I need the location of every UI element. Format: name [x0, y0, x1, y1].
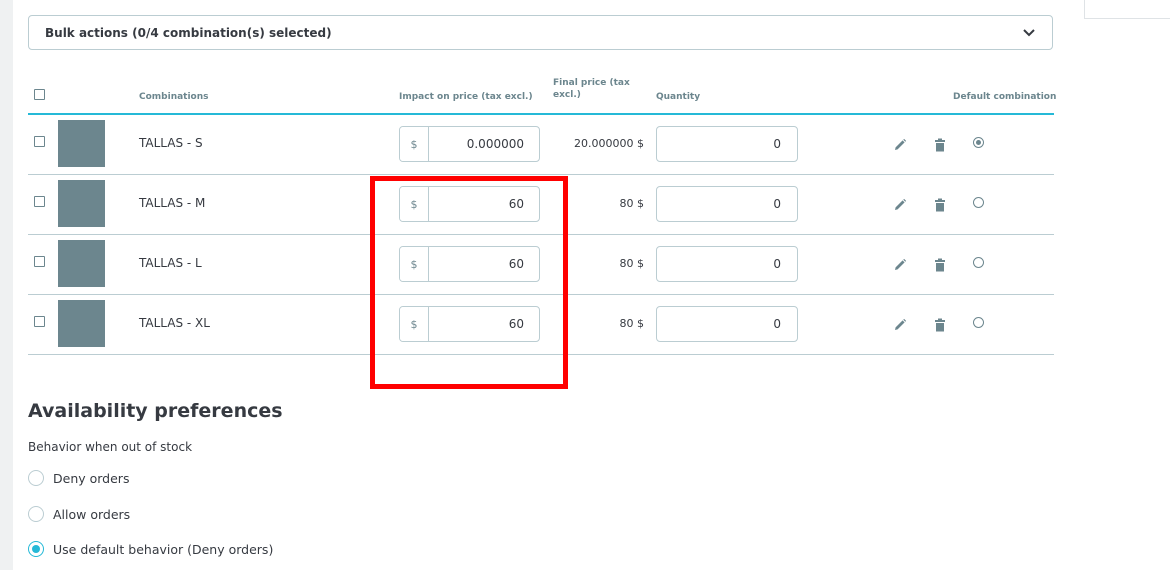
- default-behavior-label: Use default behavior (Deny orders): [53, 541, 274, 557]
- chevron-down-icon: [1022, 26, 1036, 40]
- row-checkbox[interactable]: [34, 136, 45, 147]
- allow-orders-label: Allow orders: [53, 506, 131, 522]
- deny-orders-option[interactable]: Deny orders: [28, 470, 129, 486]
- combination-name: TALLAS - XL: [139, 316, 210, 330]
- allow-orders-radio[interactable]: [28, 506, 44, 522]
- allow-orders-option[interactable]: Allow orders: [28, 506, 130, 522]
- bulk-actions-dropdown[interactable]: Bulk actions (0/4 combination(s) selecte…: [28, 15, 1053, 50]
- header-final-price: Final price (tax excl.): [553, 77, 630, 101]
- pencil-icon[interactable]: [893, 317, 907, 331]
- trash-icon[interactable]: [933, 137, 947, 152]
- header-quantity: Quantity: [656, 92, 701, 102]
- header-default-combination: Default combination: [953, 92, 1057, 102]
- final-price: 20.000000 $: [574, 137, 644, 150]
- default-combination-radio[interactable]: [973, 137, 984, 148]
- pencil-icon[interactable]: [893, 137, 907, 151]
- deny-orders-label: Deny orders: [53, 470, 130, 486]
- combination-thumbnail: [58, 240, 105, 287]
- availability-title: Availability preferences: [28, 400, 283, 422]
- row-checkbox[interactable]: [34, 256, 45, 267]
- bulk-actions-label: Bulk actions (0/4 combination(s) selecte…: [45, 25, 332, 40]
- highlight-box: [370, 176, 568, 389]
- row-divider: [28, 174, 1054, 175]
- default-combination-radio[interactable]: [973, 317, 984, 328]
- row-checkbox[interactable]: [34, 316, 45, 327]
- row-checkbox[interactable]: [34, 196, 45, 207]
- quantity-input[interactable]: 0: [656, 186, 798, 222]
- combination-name: TALLAS - S: [139, 136, 203, 150]
- combination-name: TALLAS - M: [139, 196, 206, 210]
- quantity-input[interactable]: 0: [656, 246, 798, 282]
- combination-thumbnail: [58, 180, 105, 227]
- trash-icon[interactable]: [933, 317, 947, 332]
- left-panel-edge: [0, 0, 13, 570]
- deny-orders-radio[interactable]: [28, 470, 44, 486]
- combination-thumbnail: [58, 120, 105, 167]
- default-behavior-option[interactable]: Use default behavior (Deny orders): [28, 541, 273, 557]
- header-divider: [28, 113, 1054, 115]
- header-combinations: Combinations: [139, 92, 209, 102]
- currency-symbol: $: [400, 127, 429, 161]
- combination-name: TALLAS - L: [139, 256, 202, 270]
- default-combination-radio[interactable]: [973, 197, 984, 208]
- right-panel-box: [1084, 0, 1170, 19]
- behavior-label: Behavior when out of stock: [28, 440, 193, 454]
- header-impact-on-price: Impact on price (tax excl.): [399, 92, 533, 102]
- quantity-input[interactable]: 0: [656, 306, 798, 342]
- combination-thumbnail: [58, 300, 105, 347]
- quantity-input[interactable]: 0: [656, 126, 798, 162]
- pencil-icon[interactable]: [893, 257, 907, 271]
- trash-icon[interactable]: [933, 257, 947, 272]
- trash-icon[interactable]: [933, 197, 947, 212]
- header-final-price-line2: excl.): [553, 90, 581, 100]
- default-combination-radio[interactable]: [973, 257, 984, 268]
- header-final-price-line1: Final price (tax: [553, 78, 630, 88]
- pencil-icon[interactable]: [893, 197, 907, 211]
- default-behavior-radio[interactable]: [28, 541, 44, 557]
- select-all-checkbox[interactable]: [34, 89, 45, 100]
